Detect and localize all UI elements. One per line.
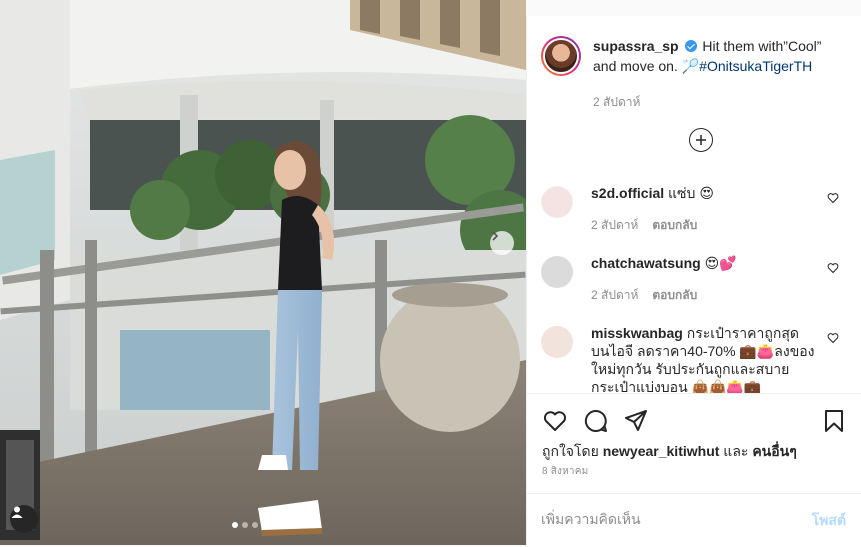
commenter-avatar[interactable] [541,186,573,218]
comment-item: chatchawatsung 😍💕 2 สัปดาห์ ตอบกลับ [541,254,851,304]
likes-summary: ถูกใจโดย newyear_kitiwhut และ คนอื่นๆ [542,441,797,463]
post-caption: supassra_sp Hit them with”Cool” and move… [541,36,841,112]
load-more-comments-button[interactable] [689,128,713,152]
carousel-dot [252,522,258,528]
heart-icon[interactable] [827,192,839,204]
carousel-indicator [232,522,258,528]
carousel-dot [232,522,238,528]
speech-bubble-icon[interactable] [583,408,609,434]
comment-input[interactable] [541,508,791,530]
post-photo[interactable] [0,0,526,545]
heart-icon[interactable] [827,332,839,344]
heart-icon[interactable] [827,262,839,274]
add-comment-bar: โพสต์ [527,493,861,547]
author-avatar[interactable] [541,36,581,76]
commenter-avatar[interactable] [541,256,573,288]
carousel-next-button[interactable] [490,231,514,255]
bookmark-icon[interactable] [821,408,847,434]
person-icon [11,506,23,518]
post-comment-button[interactable]: โพสต์ [812,510,846,532]
chevron-right-icon [492,231,499,241]
paper-plane-icon[interactable] [623,408,649,434]
comment-time: 2 สัปดาห์ [591,218,639,232]
tagged-users-button[interactable] [10,505,38,533]
likes-others[interactable]: คนอื่นๆ [752,443,796,459]
post-side-panel: supassra_sp Hit them with”Cool” and move… [526,16,861,547]
likes-user[interactable]: newyear_kitiwhut [603,443,720,459]
comment-username[interactable]: s2d.official [591,185,664,201]
comment-username[interactable]: chatchawatsung [591,255,701,271]
comment-item: misskwanbag กระเป๋าราคาถูกสุดบนไอจี ลดรา… [541,324,851,393]
likes-joiner: และ [723,443,749,459]
instagram-post-modal: supassra_sp Hit them with”Cool” and move… [0,0,861,547]
reply-button[interactable]: ตอบกลับ [652,216,697,234]
comment-time: 2 สัปดาห์ [591,288,639,302]
comment-item: s2d.official แซ่บ 😍 2 สัปดาห์ ตอบกลับ [541,184,851,234]
comment-text: แซ่บ 😍 [668,185,714,201]
caption-time: 2 สัปดาห์ [593,95,641,109]
carousel-dot [242,522,248,528]
post-photo-illustration [0,0,526,545]
comments-scroll-area[interactable]: supassra_sp Hit them with”Cool” and move… [527,16,861,393]
commenter-avatar[interactable] [541,326,573,358]
post-actions: ถูกใจโดย newyear_kitiwhut และ คนอื่นๆ 8 … [527,393,861,493]
reply-button[interactable]: ตอบกลับ [652,286,697,304]
comment-text: 😍💕 [704,255,737,271]
post-date[interactable]: 8 สิงหาคม [542,464,588,479]
author-username[interactable]: supassra_sp [593,38,679,54]
likes-prefix: ถูกใจโดย [542,443,599,459]
heart-outline-icon[interactable] [542,408,568,434]
comment-username[interactable]: misskwanbag [591,325,683,341]
verified-badge-icon [684,40,697,52]
plus-icon [696,135,706,145]
caption-hashtag[interactable]: #OnitsukaTigerTH [699,58,812,74]
